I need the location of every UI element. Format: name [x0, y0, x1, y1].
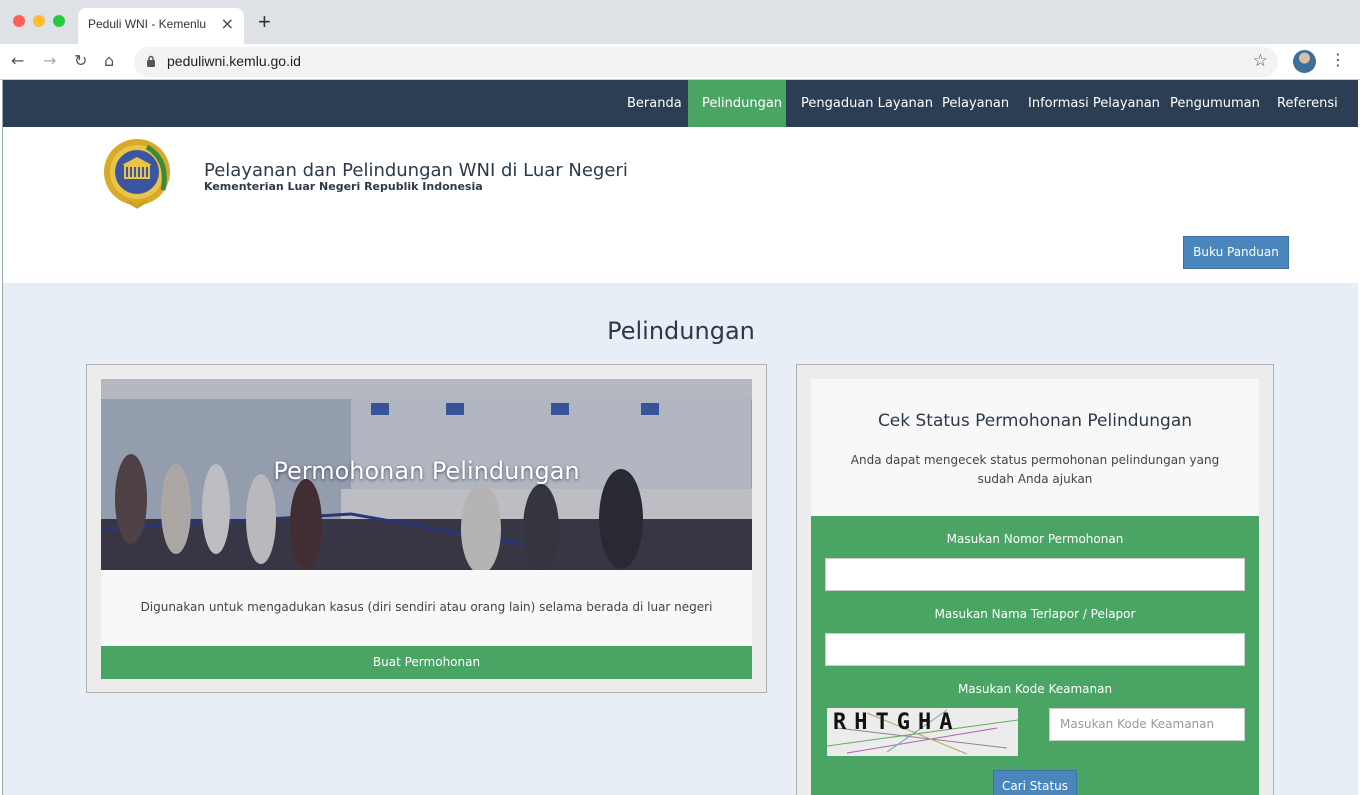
nama-pelapor-label: Masukan Nama Terlapor / Pelapor	[934, 607, 1136, 621]
buku-panduan-button[interactable]: Buku Panduan	[1183, 236, 1289, 269]
maximize-window-button[interactable]	[53, 15, 65, 27]
site-title: Pelayanan dan Pelindungan WNI di Luar Ne…	[204, 160, 628, 181]
nav-item-pelayanan[interactable]: Pelayanan	[928, 80, 1023, 127]
nav-item-beranda[interactable]: Beranda	[613, 80, 696, 127]
nav-item-informasi-pelayanan[interactable]: Informasi Pelayanan	[1014, 80, 1174, 127]
cek-status-title: Cek Status Permohonan Pelindungan	[877, 411, 1193, 431]
browser-toolbar: ← → ↻ ⌂ peduliwni.kemlu.go.id ☆ ⋮	[0, 44, 1360, 80]
home-icon[interactable]: ⌂	[104, 51, 114, 70]
buat-permohonan-button[interactable]: Buat Permohonan	[101, 646, 752, 679]
site-navbar: Beranda Pelindungan Pengaduan Layanan Pe…	[3, 80, 1358, 127]
section-title: Pelindungan	[607, 317, 755, 345]
cek-status-header: Cek Status Permohonan Pelindungan Anda d…	[811, 379, 1259, 516]
cek-status-form: Masukan Nomor Permohonan Masukan Nama Te…	[811, 516, 1259, 795]
reload-icon[interactable]: ↻	[74, 51, 87, 70]
nomor-permohonan-input[interactable]	[825, 558, 1245, 591]
nav-item-referensi[interactable]: Referensi	[1263, 80, 1352, 127]
cek-status-description: Anda dapat mengecek status permohonan pe…	[850, 453, 1220, 486]
captcha-image: RHTGHA	[827, 708, 1018, 756]
bookmark-star-icon[interactable]: ☆	[1253, 51, 1268, 71]
site-subtitle: Kementerian Luar Negeri Republik Indones…	[204, 180, 483, 193]
hero-image: Permohonan Pelindungan	[101, 379, 752, 570]
browser-tabstrip: Peduli WNI - Kemenlu × +	[0, 0, 1360, 44]
lock-icon	[147, 55, 155, 67]
nama-pelapor-input[interactable]	[825, 633, 1245, 666]
browser-menu-icon[interactable]: ⋮	[1330, 50, 1346, 69]
permohonan-description-area: Digunakan untuk mengadukan kasus (diri s…	[101, 570, 752, 646]
nav-item-pengumuman[interactable]: Pengumuman	[1156, 80, 1274, 127]
kode-keamanan-input[interactable]: Masukan Kode Keamanan	[1049, 708, 1245, 741]
nav-item-pelindungan[interactable]: Pelindungan	[688, 80, 786, 127]
cek-status-card: Cek Status Permohonan Pelindungan Anda d…	[796, 364, 1274, 795]
hero-title: Permohonan Pelindungan	[273, 457, 580, 485]
captcha-text: RHTGHA	[833, 710, 961, 735]
page: Beranda Pelindungan Pengaduan Layanan Pe…	[2, 80, 1358, 795]
cari-status-button[interactable]: Cari Status	[993, 770, 1077, 795]
profile-avatar[interactable]	[1293, 50, 1316, 73]
forward-icon[interactable]: →	[43, 51, 56, 70]
back-icon[interactable]: ←	[11, 51, 24, 70]
permohonan-description: Digunakan untuk mengadukan kasus (diri s…	[140, 600, 713, 614]
close-window-button[interactable]	[13, 15, 25, 27]
tab-close-icon[interactable]: ×	[221, 14, 234, 33]
nav-item-pengaduan-layanan[interactable]: Pengaduan Layanan	[787, 80, 947, 127]
address-bar[interactable]: peduliwni.kemlu.go.id ☆	[134, 47, 1278, 77]
new-tab-icon[interactable]: +	[258, 9, 271, 35]
kode-keamanan-label: Masukan Kode Keamanan	[957, 682, 1113, 696]
kemlu-emblem-logo[interactable]	[97, 135, 177, 209]
site-header: Pelayanan dan Pelindungan WNI di Luar Ne…	[3, 127, 1358, 283]
url-text: peduliwni.kemlu.go.id	[167, 53, 301, 69]
browser-tab[interactable]: Peduli WNI - Kemenlu ×	[78, 8, 244, 44]
tab-title: Peduli WNI - Kemenlu	[88, 17, 207, 31]
minimize-window-button[interactable]	[33, 15, 45, 27]
nomor-permohonan-label: Masukan Nomor Permohonan	[946, 532, 1124, 546]
permohonan-card: Permohonan Pelindungan Digunakan untuk m…	[86, 364, 767, 693]
